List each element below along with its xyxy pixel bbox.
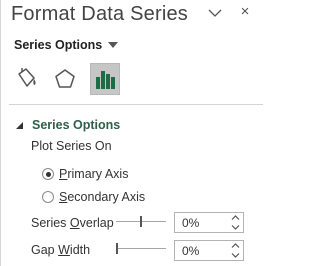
series-options-dropdown-label: Series Options [14, 38, 103, 52]
secondary-axis-label: Secondary Axis [59, 190, 146, 204]
slider-thumb[interactable] [140, 216, 142, 227]
collapse-triangle-icon [16, 121, 23, 129]
spin-down-icon[interactable] [231, 252, 240, 259]
radio-button-checked[interactable] [42, 168, 54, 180]
format-data-series-pane: Format Data Series × Series Options Seri… [0, 0, 274, 266]
spin-up-icon[interactable] [231, 242, 240, 249]
tab-fill-line[interactable] [12, 63, 40, 95]
section-title: Series Options [32, 118, 121, 132]
plot-series-on-label: Plot Series On [31, 139, 112, 153]
series-overlap-label: Series Overlap [31, 216, 114, 230]
slider-track [116, 248, 166, 249]
gap-width-label: Gap Width [31, 243, 91, 257]
caret-down-icon [108, 41, 119, 48]
tab-series-options[interactable] [90, 63, 120, 95]
secondary-axis-radio[interactable]: Secondary Axis [42, 190, 145, 204]
series-overlap-value[interactable]: 0% [182, 216, 199, 230]
divider [9, 104, 263, 105]
paint-bucket-icon [18, 68, 36, 87]
chevron-down-icon [208, 9, 222, 17]
close-button[interactable]: × [237, 3, 253, 21]
gap-width-spinner[interactable]: 0% [174, 240, 244, 261]
radio-button-unchecked[interactable] [42, 191, 54, 203]
slider-thumb[interactable] [116, 243, 118, 254]
gap-width-value[interactable]: 0% [182, 244, 199, 258]
series-overlap-spinner[interactable]: 0% [174, 212, 244, 233]
series-options-section-header[interactable]: Series Options [16, 118, 120, 132]
tab-effects[interactable] [51, 63, 79, 95]
spin-down-icon[interactable] [231, 224, 240, 231]
bar-chart-icon [96, 71, 115, 89]
pentagon-icon [55, 69, 75, 88]
close-icon: × [240, 3, 250, 20]
series-overlap-slider[interactable] [116, 215, 166, 229]
primary-axis-radio[interactable]: Primary Axis [42, 167, 128, 181]
series-options-dropdown[interactable]: Series Options [14, 38, 119, 52]
pane-options-dropdown[interactable] [208, 8, 222, 18]
primary-axis-label: Primary Axis [59, 167, 129, 181]
spin-up-icon[interactable] [231, 214, 240, 221]
gap-width-slider[interactable] [116, 242, 166, 256]
pane-title: Format Data Series [11, 3, 188, 25]
